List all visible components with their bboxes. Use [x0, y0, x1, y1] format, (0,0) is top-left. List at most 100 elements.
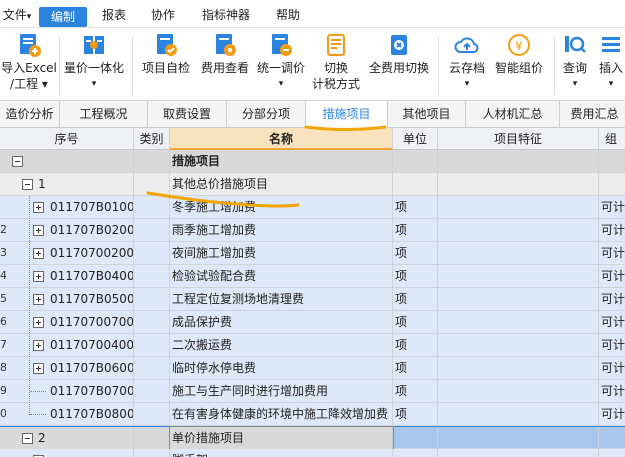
cell-type[interactable]: [134, 150, 170, 172]
cell-extra[interactable]: [599, 427, 625, 449]
cell-feature[interactable]: [438, 265, 599, 287]
cell-extra[interactable]: [599, 173, 625, 195]
cell-extra[interactable]: 可计: [599, 334, 625, 356]
table-row[interactable]: 5 011707B05001 工程定位复测场地清理费项可计: [0, 288, 625, 311]
import-excel-button[interactable]: 导入Excel /工程 ▾: [0, 32, 58, 92]
cell-seq[interactable]: 1: [0, 173, 134, 195]
cell-unit[interactable]: 项: [393, 403, 438, 425]
cell-name[interactable]: 冬季施工增加费: [170, 196, 393, 218]
cell-type[interactable]: [134, 334, 170, 356]
unify-price-button[interactable]: 统一调价 ▾: [253, 32, 309, 92]
cell-feature[interactable]: [438, 242, 599, 264]
cell-type[interactable]: [134, 357, 170, 379]
full-fee-switch-button[interactable]: 全费用切换: [366, 32, 432, 76]
table-row[interactable]: 9 011707B07001 施工与生产同时进行增加费用项可计: [0, 380, 625, 403]
expand-icon[interactable]: [33, 271, 44, 282]
cell-name[interactable]: 成品保护费: [170, 311, 393, 333]
cell-feature[interactable]: [438, 403, 599, 425]
cell-unit[interactable]: 项: [393, 196, 438, 218]
cell-extra[interactable]: [599, 449, 625, 457]
header-type[interactable]: 类别: [134, 128, 170, 150]
cell-type[interactable]: [134, 380, 170, 402]
cell-extra[interactable]: 可计: [599, 242, 625, 264]
header-feature[interactable]: 项目特征: [438, 128, 599, 150]
cell-feature[interactable]: [438, 173, 599, 195]
cell-extra[interactable]: 可计: [599, 311, 625, 333]
cell-seq[interactable]: 011707B07001: [0, 380, 134, 402]
menu-help[interactable]: 帮助: [268, 5, 308, 25]
cell-extra[interactable]: 可计: [599, 219, 625, 241]
header-extra[interactable]: 组: [599, 128, 625, 150]
tab-fee-summary[interactable]: 费用汇总: [560, 101, 625, 128]
tax-switch-button[interactable]: 切换 计税方式: [309, 32, 363, 92]
cell-unit[interactable]: 项: [393, 380, 438, 402]
cell-type[interactable]: [134, 311, 170, 333]
cell-seq[interactable]: 011707B08001: [0, 403, 134, 425]
cell-feature[interactable]: [438, 288, 599, 310]
tab-sub-items[interactable]: 分部分项: [227, 101, 306, 128]
cell-feature[interactable]: [438, 380, 599, 402]
cell-type[interactable]: [134, 427, 170, 449]
cell-feature[interactable]: [438, 150, 599, 172]
cell-name[interactable]: 工程定位复测场地清理费: [170, 288, 393, 310]
cell-name[interactable]: 夜间施工增加费: [170, 242, 393, 264]
cell-feature[interactable]: [438, 219, 599, 241]
menu-index-tool[interactable]: 指标神器: [196, 5, 256, 25]
table-row[interactable]: 2 单价措施项目: [0, 426, 625, 450]
tab-project-overview[interactable]: 工程概况: [60, 101, 148, 128]
table-row[interactable]: 1 其他总价措施项目: [0, 173, 625, 196]
collapse-icon[interactable]: [22, 179, 33, 190]
cloud-archive-button[interactable]: 云存档 ▾: [443, 32, 491, 92]
cell-seq[interactable]: 011707002001: [0, 242, 134, 264]
cell-type[interactable]: [134, 173, 170, 195]
expand-icon[interactable]: [33, 317, 44, 328]
cell-name[interactable]: 在有害身体健康的环境中施工降效增加费: [170, 403, 393, 425]
project-check-button[interactable]: 项目自检: [138, 32, 194, 76]
tab-other-items[interactable]: 其他项目: [388, 101, 466, 128]
tab-cost-analysis[interactable]: 造价分析: [0, 101, 60, 128]
collapse-icon[interactable]: [12, 156, 23, 167]
cell-type[interactable]: [134, 242, 170, 264]
cell-unit[interactable]: 项: [393, 334, 438, 356]
cell-unit[interactable]: 项: [393, 219, 438, 241]
cell-type[interactable]: [134, 288, 170, 310]
cell-name[interactable]: 脚手架: [170, 449, 393, 457]
table-row[interactable]: 011707B01001 冬季施工增加费项 可计: [0, 196, 625, 219]
cell-name[interactable]: 检验试验配合费: [170, 265, 393, 287]
cell-name[interactable]: 二次搬运费: [170, 334, 393, 356]
cell-seq[interactable]: 011707004001: [0, 334, 134, 356]
cell-unit[interactable]: 项: [393, 311, 438, 333]
cell-feature[interactable]: [438, 311, 599, 333]
cell-type[interactable]: [134, 449, 170, 457]
cell-unit[interactable]: 项: [393, 265, 438, 287]
expand-icon[interactable]: [33, 225, 44, 236]
cell-extra[interactable]: 可计: [599, 196, 625, 218]
collapse-icon[interactable]: [22, 433, 33, 444]
cell-name[interactable]: 其他总价措施项目: [170, 173, 393, 195]
table-row[interactable]: 3 011707002001 夜间施工增加费项可计: [0, 242, 625, 265]
tab-measures[interactable]: 措施项目: [306, 101, 388, 128]
cell-unit[interactable]: 项: [393, 288, 438, 310]
cell-extra[interactable]: 可计: [599, 265, 625, 287]
menu-collab[interactable]: 协作: [143, 5, 183, 25]
table-row[interactable]: 措施项目: [0, 150, 625, 173]
cell-unit[interactable]: 项: [393, 357, 438, 379]
header-name[interactable]: 名称: [170, 128, 393, 150]
table-row[interactable]: 2 011707B02001 雨季施工增加费项可计: [0, 219, 625, 242]
cell-extra[interactable]: [599, 150, 625, 172]
cell-seq[interactable]: 2: [0, 427, 134, 449]
cell-name[interactable]: 措施项目: [170, 150, 393, 172]
price-integration-button[interactable]: 量价一体化 ▾: [61, 32, 127, 92]
cell-seq[interactable]: [0, 150, 134, 172]
cell-feature[interactable]: [438, 334, 599, 356]
menu-file[interactable]: 文件▾: [0, 5, 34, 25]
cell-seq[interactable]: 011707B05001: [0, 288, 134, 310]
insert-button[interactable]: 插入 ▾: [595, 32, 625, 92]
table-row[interactable]: 8 011707B06001 临时停水停电费项可计: [0, 357, 625, 380]
cell-unit[interactable]: [393, 449, 438, 457]
cell-seq[interactable]: [0, 449, 134, 457]
cell-name[interactable]: 施工与生产同时进行增加费用: [170, 380, 393, 402]
tab-fee-settings[interactable]: 取费设置: [148, 101, 227, 128]
expand-icon[interactable]: [33, 202, 44, 213]
fee-view-button[interactable]: 费用查看: [197, 32, 253, 76]
